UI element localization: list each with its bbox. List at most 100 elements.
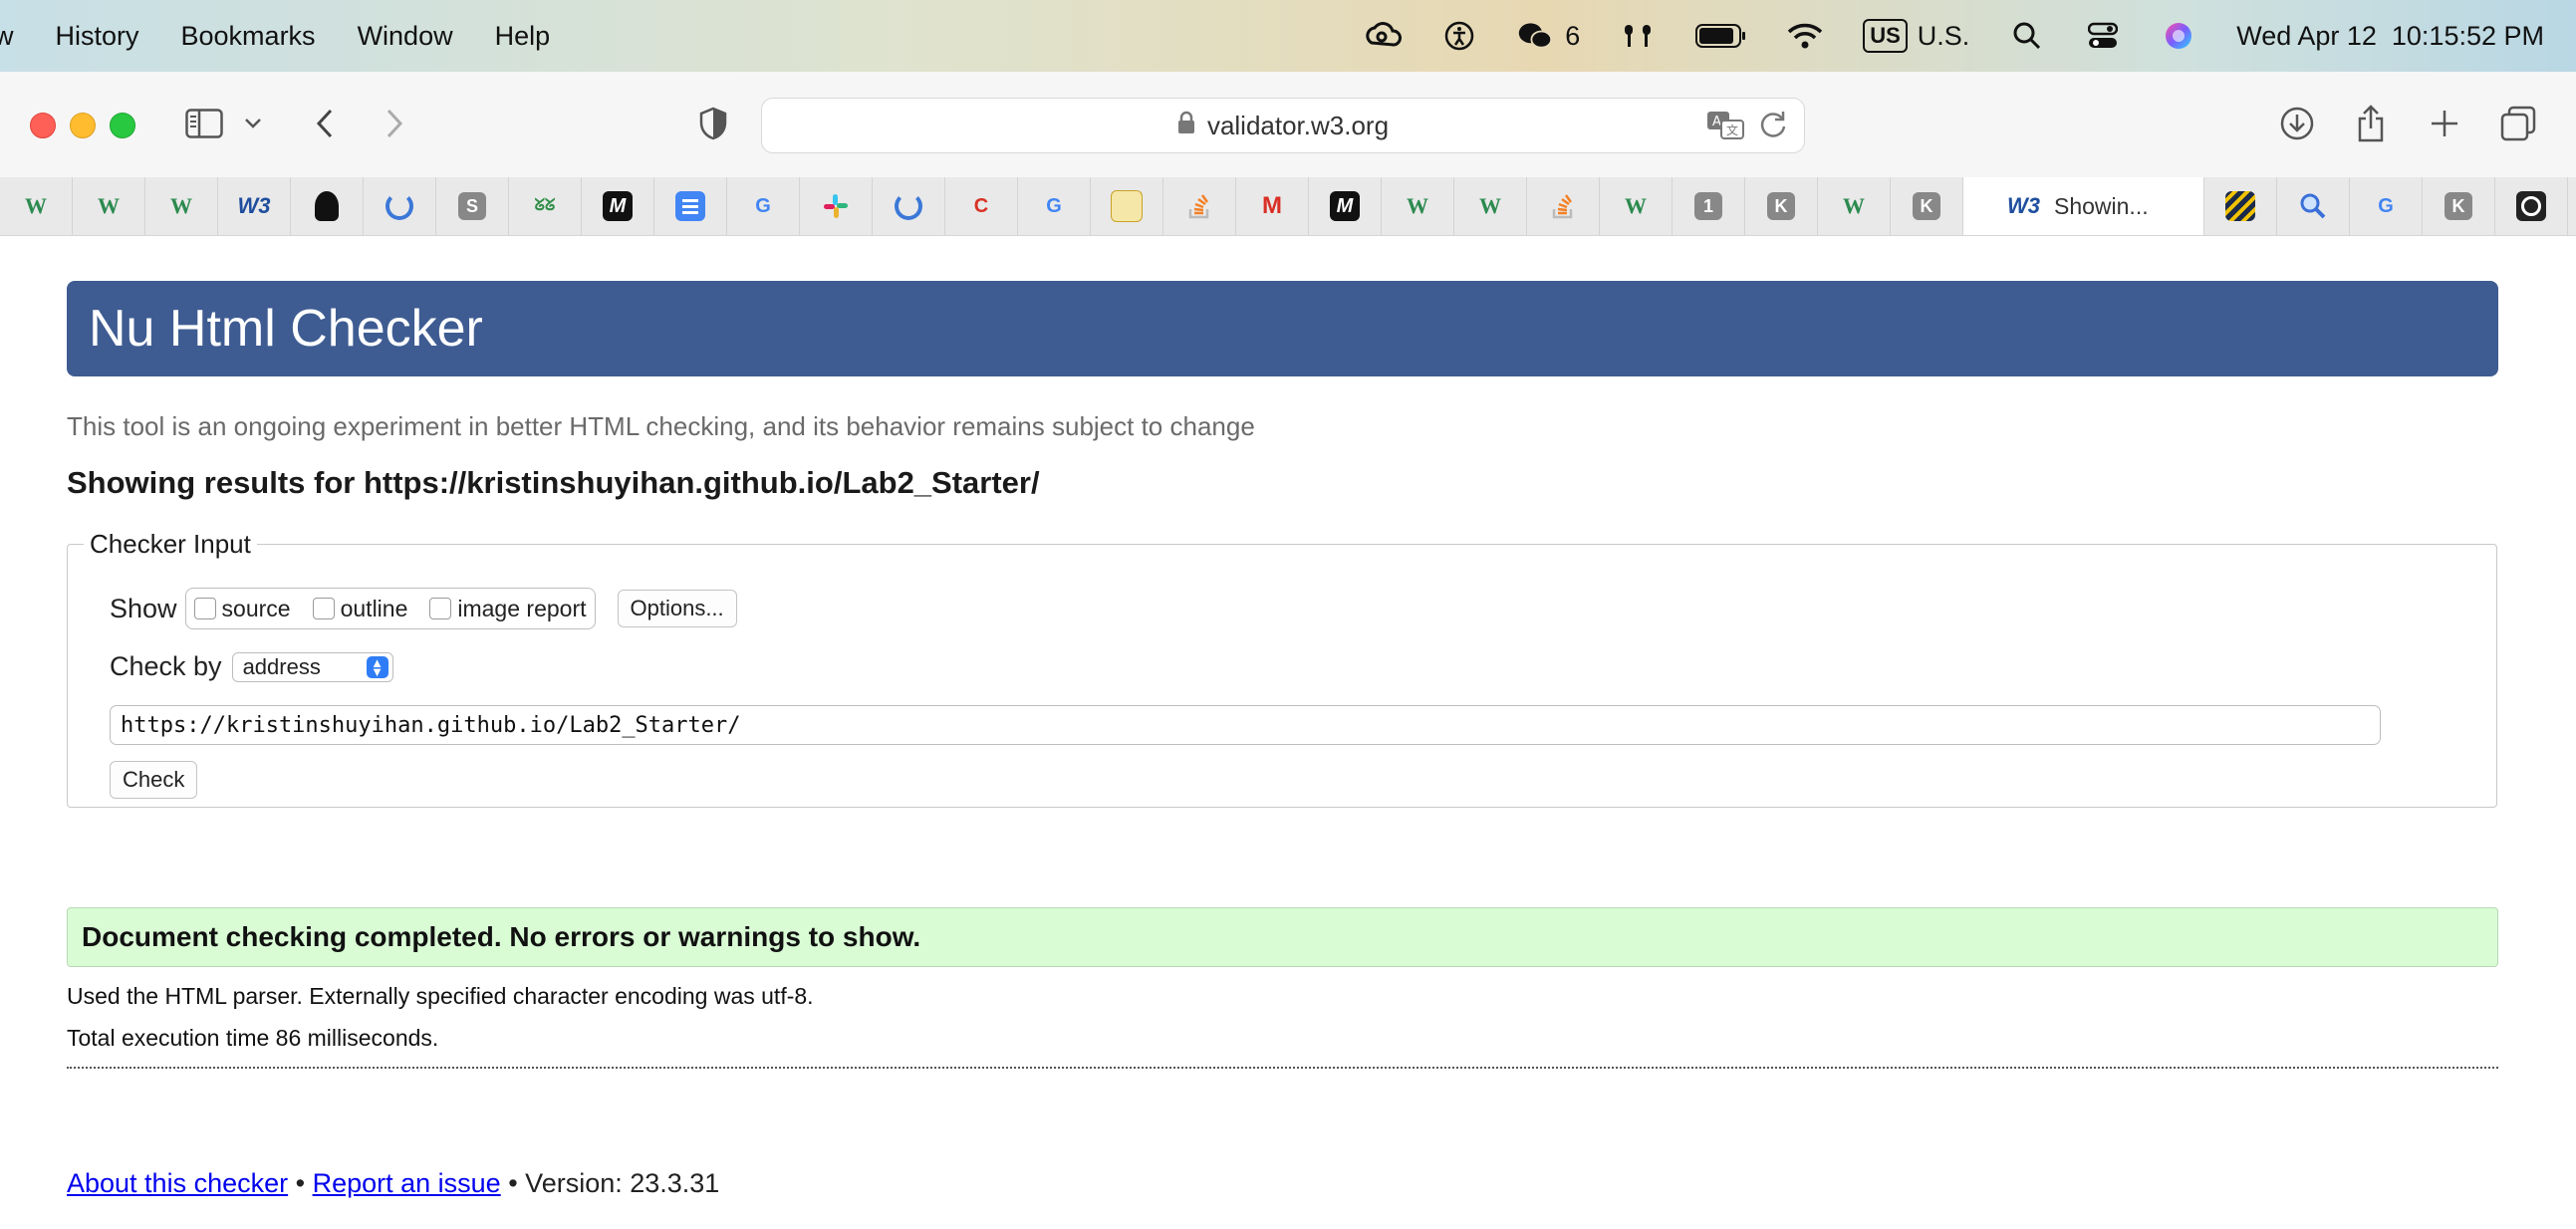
tab-10[interactable]: G [727,177,800,235]
battery-icon[interactable] [1695,18,1747,54]
menu-help[interactable]: Help [495,21,551,52]
back-arrow-icon[interactable] [303,102,347,145]
document-url-input[interactable]: https://kristinshuyihan.github.io/Lab2_S… [110,705,2381,745]
reload-icon[interactable] [1758,109,1788,147]
w3c-validator-icon: W [1625,193,1647,218]
gfg-icon: ᘜᘜ [534,197,556,214]
wechat-icon [1517,18,1553,54]
m-icon: M [1330,191,1360,221]
tab-25[interactable]: W [1818,177,1891,235]
tab-4[interactable] [291,177,364,235]
tab-18[interactable]: M [1309,177,1382,235]
check-by-label: Check by [110,651,222,681]
tab-12[interactable] [873,177,945,235]
tab-5[interactable] [364,177,436,235]
option-image-report-label: image report [457,595,587,621]
option-source-label: source [221,595,291,621]
options-button[interactable]: Options... [617,590,737,627]
option-outline[interactable]: outline [312,596,407,622]
option-source[interactable]: source [193,595,291,622]
about-checker-link[interactable]: About this checker [67,1168,288,1198]
tab-2[interactable]: W [145,177,218,235]
tab-15[interactable] [1091,177,1163,235]
tab-1[interactable]: W [73,177,145,235]
ring-icon [386,192,413,220]
menu-history[interactable]: History [56,21,139,52]
docs-icon [675,191,705,221]
page-tagline: This tool is an ongoing experiment in be… [67,411,1255,441]
translate-icon[interactable]: A文 [1706,109,1744,147]
sidebar-toggle-icon[interactable] [182,102,226,145]
close-window-button[interactable] [30,113,56,138]
outline-checkbox[interactable] [312,598,335,619]
spotlight-search-icon[interactable] [2009,18,2045,54]
tab-26[interactable]: K [1891,177,1963,235]
menu-app-partial[interactable]: w [0,21,14,52]
tab-23[interactable]: 1 [1673,177,1745,235]
address-bar[interactable]: validator.w3.org A文 [761,98,1805,153]
accessibility-icon[interactable] [1441,18,1477,54]
tab-after-0[interactable] [2204,177,2277,235]
forward-arrow-icon[interactable] [373,102,416,145]
option-image-report[interactable]: image report [429,595,587,622]
chevron-down-icon[interactable] [235,102,271,145]
tab-overview-icon[interactable] [2496,102,2540,145]
wechat-count: 6 [1565,20,1581,51]
tab-6[interactable]: S [436,177,509,235]
share-icon[interactable] [2349,102,2393,145]
show-label: Show [110,593,177,623]
c-icon: C [973,194,989,217]
wifi-icon[interactable] [1787,18,1823,54]
tab-21[interactable] [1527,177,1600,235]
tab-8[interactable]: M [582,177,654,235]
downloads-icon[interactable] [2275,102,2319,145]
airpods-icon[interactable] [1620,18,1656,54]
new-tab-plus-icon[interactable] [2423,102,2466,145]
minimize-window-button[interactable] [70,113,96,138]
menu-bookmarks[interactable]: Bookmarks [181,21,316,52]
source-checkbox[interactable] [193,598,216,619]
checker-input-panel: Checker Input Show source outline image … [67,529,2497,808]
tab-17[interactable]: M [1236,177,1309,235]
creative-cloud-icon[interactable] [1366,18,1403,54]
control-center-icon[interactable] [2085,18,2121,54]
tab-3[interactable]: W3 [218,177,291,235]
input-source-label: U.S. [1917,20,1970,51]
check-by-select[interactable]: address ▲ ▼ [231,651,393,682]
tab-active-validator[interactable]: W3 Showin... [1963,177,2204,235]
tab-14[interactable]: G [1018,177,1091,235]
tab-active-title: Showin... [2054,192,2149,219]
tab-after-5[interactable]: K [2568,177,2576,235]
tab-22[interactable]: W [1600,177,1673,235]
tab-24[interactable]: K [1745,177,1818,235]
tab-16[interactable] [1163,177,1236,235]
input-source-badge: US [1863,19,1908,53]
tab-after-1[interactable] [2277,177,2350,235]
tab-20[interactable]: W [1454,177,1527,235]
tab-after-4[interactable] [2495,177,2568,235]
siri-icon[interactable] [2161,18,2196,54]
privacy-shield-icon[interactable] [691,102,735,145]
tab-9[interactable] [654,177,727,235]
tab-after-2[interactable]: G [2350,177,2423,235]
input-source[interactable]: US U.S. [1863,19,1969,53]
tab-11[interactable] [800,177,873,235]
tab-19[interactable]: W [1382,177,1454,235]
browser-toolbar: validator.w3.org A文 [0,72,2576,178]
menu-clock[interactable]: Wed Apr 12 10:15:52 PM [2236,21,2544,52]
footer-separator: • [288,1168,313,1198]
tab-13[interactable]: C [945,177,1018,235]
k-icon: K [1913,192,1940,220]
tab-7[interactable]: ᘜᘜ [509,177,582,235]
zoom-window-button[interactable] [110,113,135,138]
w3c-validator-icon: W [98,193,120,218]
tab-0[interactable]: W [0,177,73,235]
tab-after-3[interactable]: K [2423,177,2495,235]
wechat-status[interactable]: 6 [1517,18,1580,54]
menu-window[interactable]: Window [358,21,453,52]
slack-icon [821,191,851,221]
m-icon: M [603,191,633,221]
image-report-checkbox[interactable] [429,598,452,619]
check-button[interactable]: Check [110,761,198,799]
report-issue-link[interactable]: Report an issue [313,1168,501,1198]
